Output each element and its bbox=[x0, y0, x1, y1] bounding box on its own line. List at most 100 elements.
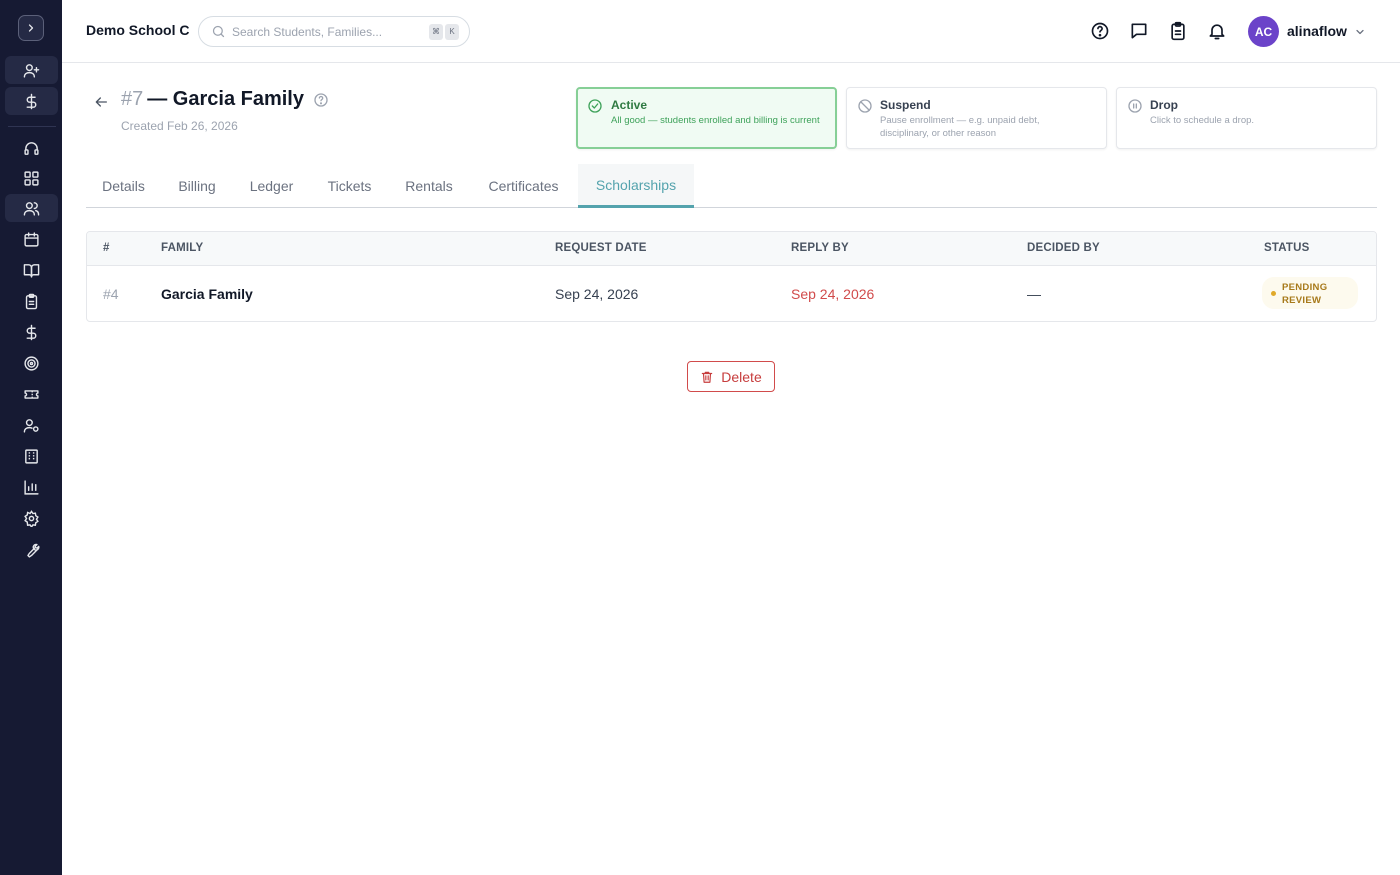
username[interactable]: alinaflow bbox=[1287, 23, 1347, 39]
user-plus-icon bbox=[23, 63, 40, 78]
title-help-button[interactable] bbox=[313, 92, 329, 108]
bar-chart-icon bbox=[24, 479, 39, 495]
family-number: #7 bbox=[121, 88, 144, 110]
family-name: — Garcia Family bbox=[147, 88, 304, 110]
tab-certificates[interactable]: Certificates bbox=[469, 164, 578, 208]
sidebar-item-support[interactable] bbox=[5, 134, 58, 162]
status-card-description: Click to schedule a drop. bbox=[1150, 115, 1255, 126]
settings-gear-icon bbox=[24, 509, 39, 527]
sidebar-item-add-user[interactable] bbox=[5, 56, 58, 84]
delete-button-label: Delete bbox=[721, 368, 762, 385]
back-button[interactable] bbox=[92, 93, 110, 111]
column-header-decided-by: DECIDED BY bbox=[1027, 242, 1100, 254]
sidebar-divider bbox=[8, 126, 56, 127]
sidebar-item-settings[interactable] bbox=[5, 504, 58, 532]
check-circle-icon bbox=[588, 99, 602, 113]
table-header: # FAMILY REQUEST DATE REPLY BY DECIDED B… bbox=[87, 232, 1376, 266]
sidebar-item-goals[interactable] bbox=[5, 349, 58, 377]
cell-request-date: Sep 24, 2026 bbox=[555, 286, 639, 302]
sidebar-item-locations[interactable] bbox=[5, 442, 58, 470]
status-card-description: Pause enrollment — e.g. unpaid debt, dis… bbox=[880, 115, 1040, 139]
cell-reply-by: Sep 24, 2026 bbox=[791, 286, 875, 302]
ticket-icon bbox=[24, 389, 39, 399]
sidebar-item-reports[interactable] bbox=[5, 473, 58, 501]
user-cog-icon bbox=[23, 418, 39, 433]
cell-family[interactable]: Garcia Family bbox=[161, 286, 253, 302]
arrow-left-icon bbox=[95, 97, 107, 107]
scholarships-table: # FAMILY REQUEST DATE REPLY BY DECIDED B… bbox=[86, 231, 1377, 322]
sidebar-item-staff[interactable] bbox=[5, 411, 58, 439]
tab-bar: Details Billing Ledger Tickets Rentals C… bbox=[86, 164, 1377, 208]
tab-ledger[interactable]: Ledger bbox=[233, 164, 310, 208]
pause-circle-icon bbox=[1128, 99, 1142, 113]
help-circle-icon bbox=[314, 92, 328, 107]
tasks-button[interactable] bbox=[1168, 21, 1188, 41]
status-card-description: All good — students enrolled and billing… bbox=[611, 115, 820, 126]
shortcut-key-k: K bbox=[445, 24, 459, 40]
tab-scholarships[interactable]: Scholarships bbox=[578, 164, 694, 208]
search-icon bbox=[212, 25, 225, 38]
dollar-icon bbox=[26, 93, 37, 109]
column-header-reply-by: REPLY BY bbox=[791, 242, 849, 254]
status-card-suspend[interactable]: Suspend Pause enrollment — e.g. unpaid d… bbox=[846, 87, 1107, 149]
chevron-right-icon bbox=[28, 24, 34, 32]
status-badge: PENDING REVIEW bbox=[1262, 277, 1358, 309]
tab-tickets[interactable]: Tickets bbox=[310, 164, 389, 208]
created-date: Created Feb 26, 2026 bbox=[121, 119, 238, 133]
column-header-status: STATUS bbox=[1264, 242, 1310, 254]
status-card-title: Drop bbox=[1150, 98, 1178, 112]
status-card-drop[interactable]: Drop Click to schedule a drop. bbox=[1116, 87, 1377, 149]
page-title: #7 — Garcia Family bbox=[121, 88, 329, 111]
table-row[interactable]: #4 Garcia Family Sep 24, 2026 Sep 24, 20… bbox=[87, 266, 1376, 321]
status-card-active[interactable]: Active All good — students enrolled and … bbox=[576, 87, 837, 149]
delete-button[interactable]: Delete bbox=[687, 361, 775, 392]
app-root: Demo School C ⌘ K AC alinaflow #7 — Garc… bbox=[0, 0, 1400, 875]
messages-button[interactable] bbox=[1129, 21, 1149, 41]
status-card-title: Active bbox=[611, 98, 648, 112]
sidebar-item-billing[interactable] bbox=[5, 87, 58, 115]
column-header-request-date: REQUEST DATE bbox=[555, 242, 647, 254]
ban-icon bbox=[858, 99, 872, 113]
avatar[interactable]: AC bbox=[1248, 16, 1279, 47]
dashboard-grid-icon bbox=[24, 170, 39, 186]
bell-icon bbox=[1209, 24, 1225, 40]
tab-details[interactable]: Details bbox=[86, 164, 161, 208]
sidebar-item-calendar[interactable] bbox=[5, 225, 58, 253]
cell-id: #4 bbox=[103, 286, 119, 302]
tab-billing[interactable]: Billing bbox=[161, 164, 233, 208]
status-dot bbox=[1271, 291, 1276, 296]
sidebar-item-tools[interactable] bbox=[5, 536, 58, 564]
building-icon bbox=[25, 448, 38, 464]
trash-icon bbox=[702, 371, 713, 383]
message-square-icon bbox=[1131, 23, 1147, 39]
calendar-icon bbox=[24, 231, 39, 247]
clipboard-icon bbox=[25, 293, 38, 309]
help-circle-icon bbox=[1091, 22, 1109, 40]
dollar-icon bbox=[26, 324, 37, 340]
school-name[interactable]: Demo School C bbox=[86, 22, 189, 38]
sidebar bbox=[0, 0, 62, 875]
search-input[interactable] bbox=[232, 23, 422, 41]
sidebar-item-tasks[interactable] bbox=[5, 287, 58, 315]
notifications-button[interactable] bbox=[1207, 21, 1227, 41]
clipboard-icon bbox=[1171, 21, 1185, 41]
target-icon bbox=[24, 355, 39, 371]
users-icon bbox=[23, 201, 40, 216]
shortcut-key-cmd: ⌘ bbox=[429, 24, 443, 40]
sidebar-item-tickets[interactable] bbox=[5, 380, 58, 408]
status-card-title: Suspend bbox=[880, 98, 931, 112]
headset-icon bbox=[24, 141, 39, 155]
sidebar-item-dashboard[interactable] bbox=[5, 164, 58, 192]
column-header-id: # bbox=[103, 242, 110, 254]
book-open-icon bbox=[23, 263, 40, 278]
sidebar-item-payments[interactable] bbox=[5, 318, 58, 346]
tab-rentals[interactable]: Rentals bbox=[389, 164, 469, 208]
help-button[interactable] bbox=[1090, 21, 1110, 41]
global-search[interactable]: ⌘ K bbox=[198, 16, 470, 47]
chevron-down-icon[interactable] bbox=[1354, 26, 1366, 38]
status-badge-label: PENDING REVIEW bbox=[1282, 282, 1328, 306]
sidebar-item-courses[interactable] bbox=[5, 256, 58, 284]
sidebar-item-families[interactable] bbox=[5, 194, 58, 222]
wrench-icon bbox=[27, 543, 40, 558]
sidebar-expand-button[interactable] bbox=[18, 15, 44, 41]
